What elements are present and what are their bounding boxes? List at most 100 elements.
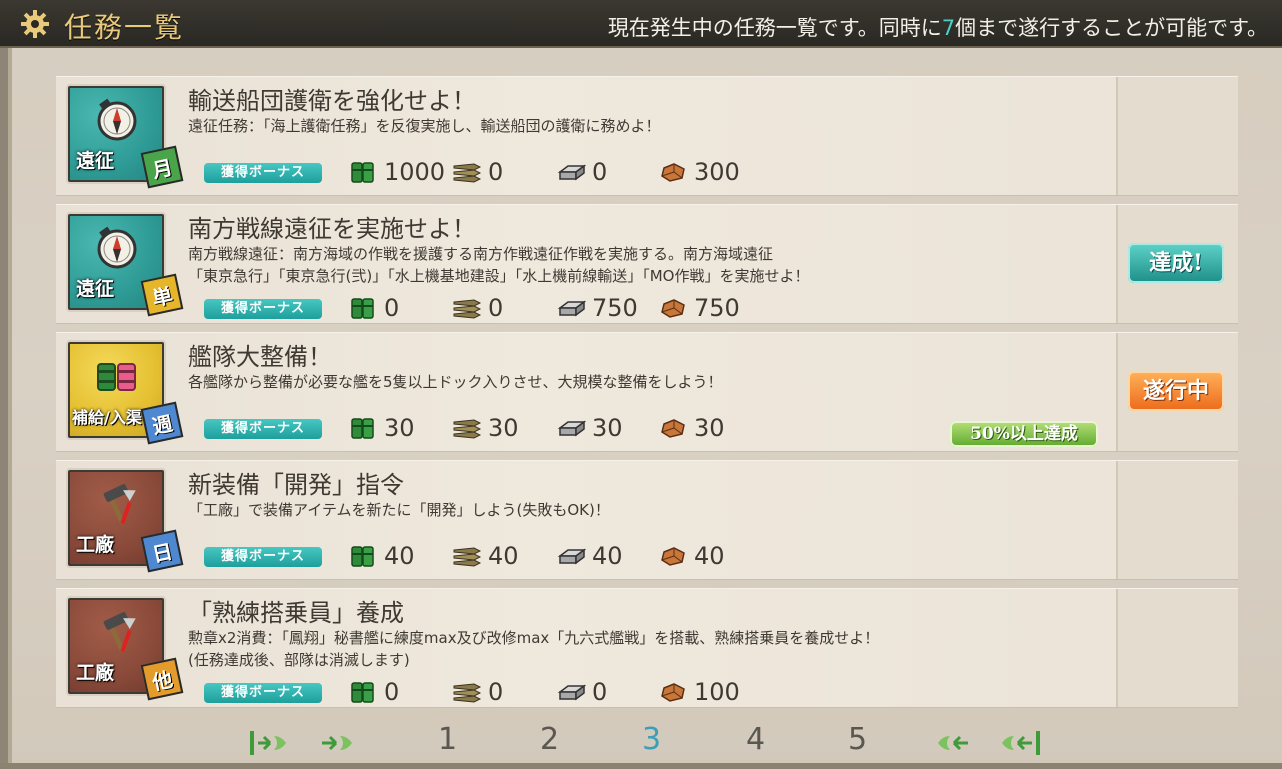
reward-fuel: 40 [348,541,415,571]
page-number-3[interactable]: 3 [642,722,661,757]
quest-list-screen: 任務一覧 現在発生中の任務一覧です。同時に7個まで遂行することが可能です。 遠征… [0,0,1282,769]
quest-description: 遠征任務：「海上護衛任務」を反復実施し、輸送船団の護衛に務めよ！ [188,115,661,137]
quest-row[interactable]: 工廠 日 新装備「開発」指令 「工廠」で装備アイテムを新たに「開発」しよう(失敗もOK… [56,460,1238,580]
reward-fuel: 1000 [348,157,445,187]
quest-row[interactable]: 遠征単南方戦線遠征を実施せよ！ 南方戦線遠征：南方海域の作戦を援護する南方作戦遠征… [56,204,1238,324]
quest-row[interactable]: 遠征 月 輸送船団護衛を強化せよ！ 遠征任務：「海上護衛任務」を反復実施し、輸送船団の… [56,76,1238,196]
page-title: 任務一覧 [64,11,185,44]
desc-post: 個まで遂行することが可能です。 [955,16,1268,40]
reward-bauxite: 750 [658,293,740,323]
bonus-label: 獲得ボーナス [204,163,322,183]
ammo-icon [453,419,482,439]
prev-page-icon[interactable] [318,728,362,758]
steel-icon [557,684,586,701]
bonus-label: 獲得ボーナス [204,683,322,703]
quest-description-line: 勲章x2消費：「鳳翔」秘書艦に練度max及び改修max「九六式艦戦」を搭載、熟練… [188,629,880,647]
reward-ammo-value: 0 [488,294,504,322]
hammer-icon [103,612,136,653]
reward-steel-value: 750 [592,294,638,322]
quest-description: 勲章x2消費：「鳳翔」秘書艦に練度max及び改修max「九六式艦戦」を搭載、熟練… [188,627,879,671]
page-number-2[interactable]: 2 [540,722,559,757]
reward-steel-value: 0 [592,158,608,186]
page-number-5[interactable]: 5 [848,722,867,757]
fuel-icon [351,162,374,183]
reward-bauxite-value: 40 [694,542,725,570]
reward-ammo: 0 [452,157,503,187]
quest-title: 「熟練搭乗員」養成 [188,599,404,627]
page-number-1[interactable]: 1 [438,722,457,757]
quest-row[interactable]: 補給/入渠週 艦隊大整備！ 各艦隊から整備が必要な艦を5隻以上ドック入りさせ、大規模… [56,332,1238,452]
bauxite-icon [661,299,685,318]
quest-frequency-badge: 月 [140,145,184,189]
quest-row[interactable]: 工廠 他 「熟練搭乗員」養成勲章x2消費：「鳳翔」秘書艦に練度max及び改修max「… [56,588,1238,708]
reward-fuel: 0 [348,293,399,323]
last-page-icon[interactable] [996,728,1044,758]
bottom-border [0,763,1282,769]
next-page-icon[interactable] [928,728,972,758]
reward-steel: 0 [556,677,607,707]
bauxite-icon [661,419,685,438]
reward-bauxite-value: 300 [694,158,740,186]
ammo-icon [453,299,482,319]
progress-badge: 50%以上達成 [950,421,1098,447]
bauxite-icon [661,683,685,702]
bonus-label: 獲得ボーナス [204,419,322,439]
reward-bauxite: 30 [658,413,725,443]
status-badge-in-progress: 遂行中 [1128,371,1224,411]
reward-ammo: 30 [452,413,519,443]
quest-description: 南方戦線遠征：南方海域の作戦を援護する南方作戦遠征作戦を実施する。南方海域遠征「… [188,243,809,287]
quest-title: 輸送船団護衛を強化せよ！ [188,87,476,115]
reward-steel-value: 0 [592,678,608,706]
quest-description-line: 「工廠」で装備アイテムを新たに「開発」しよう(失敗もOK)！ [188,501,610,519]
fuel-icon [351,682,374,703]
quest-frequency-badge: 単 [140,273,184,317]
reward-ammo-value: 40 [488,542,519,570]
reward-steel: 750 [556,293,638,323]
steel-icon [557,164,586,181]
max-quests-count: 7 [941,16,956,40]
quest-category-label: 工廠 [76,534,115,556]
quest-status-cell [1116,589,1238,707]
quest-category-label: 遠征 [76,278,115,300]
left-border-inner [8,48,12,769]
reward-steel-value: 40 [592,542,623,570]
quest-category-label: 補給/入渠 [72,408,142,427]
reward-bauxite: 40 [658,541,725,571]
reward-bauxite: 300 [658,157,740,187]
reward-fuel: 0 [348,677,399,707]
bauxite-icon [661,547,685,566]
quest-category-label: 工廠 [76,662,115,684]
reward-fuel-value: 40 [384,542,415,570]
header-description: 現在発生中の任務一覧です。同時に7個まで遂行することが可能です。 [608,12,1268,42]
gear-icon [21,10,49,38]
compass-icon [97,226,137,269]
reward-fuel-value: 1000 [384,158,446,186]
reward-fuel: 30 [348,413,415,443]
reward-fuel-value: 30 [384,414,415,442]
supply-drums-icon [97,363,136,391]
quest-title: 艦隊大整備！ [188,343,332,371]
page-number-4[interactable]: 4 [746,722,765,757]
bonus-label: 獲得ボーナス [204,299,322,319]
reward-steel: 0 [556,157,607,187]
desc-pre: 現在発生中の任務一覧です。同時に [607,16,942,40]
reward-ammo-value: 30 [488,414,519,442]
quest-frequency-badge: 他 [140,657,184,701]
compass-icon [97,98,137,141]
steel-icon [557,300,586,317]
fuel-icon [351,298,374,319]
steel-icon [557,548,586,565]
reward-fuel-value: 0 [384,294,400,322]
quest-frequency-badge: 週 [140,401,184,445]
quest-description-line: 南方戦線遠征：南方海域の作戦を援護する南方作戦遠征作戦を実施する。南方海域遠征 [188,245,774,263]
ammo-icon [453,547,482,567]
ammo-icon [453,163,482,183]
first-page-icon[interactable] [248,728,292,758]
reward-bauxite-value: 100 [694,678,740,706]
quest-description: 各艦隊から整備が必要な艦を5隻以上ドック入りさせ、大規模な整備をしよう！ [188,371,723,393]
quest-description-line: (任務達成後、部隊は消滅します) [188,651,410,669]
left-border [0,48,8,769]
quest-title: 南方戦線遠征を実施せよ！ [188,215,476,243]
reward-ammo: 0 [452,677,503,707]
quest-description: 「工廠」で装備アイテムを新たに「開発」しよう(失敗もOK)！ [188,499,610,521]
